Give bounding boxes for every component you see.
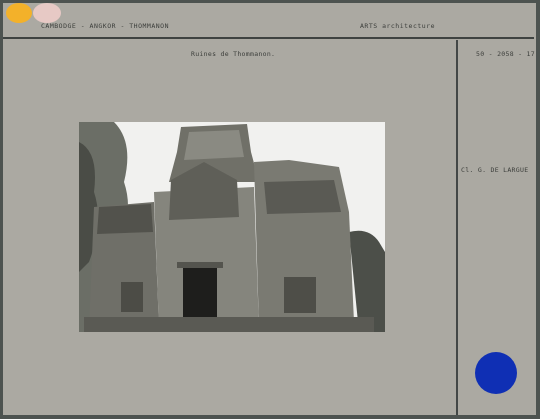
header-category: ARTS architecture <box>360 22 436 30</box>
blue-marker-dot <box>475 352 517 394</box>
false-window-right <box>284 277 316 313</box>
tower-highlight <box>184 130 244 160</box>
caption-title: Ruines de Thommanon. <box>191 50 276 58</box>
temple-base <box>84 317 374 332</box>
orange-marker-dot <box>6 3 32 23</box>
left-pediment <box>97 204 153 234</box>
photograph <box>79 122 385 332</box>
temple-photo <box>79 122 385 332</box>
right-pediment <box>264 180 341 214</box>
photo-credit: Cl. G. DE LARGUE <box>461 166 529 174</box>
lintel <box>177 262 223 268</box>
main-panel: Ruines de Thommanon. <box>5 40 456 413</box>
divider-line <box>456 40 458 415</box>
pink-marker-dot <box>33 3 61 23</box>
reference-number: 50 - 2058 - 17 <box>476 50 535 58</box>
header-location: CAMBODGE - ANGKOR - THOMMANON <box>41 22 169 30</box>
false-window-left <box>121 282 143 312</box>
card-header: CAMBODGE - ANGKOR - THOMMANON ARTS archi… <box>3 3 534 39</box>
